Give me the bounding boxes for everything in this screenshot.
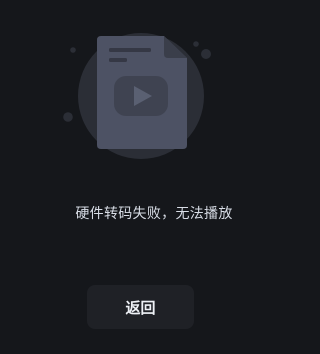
decorative-dot-right-top: [193, 41, 199, 47]
error-message: 硬件转码失败，无法播放: [75, 206, 233, 222]
file-video-error-icon: [97, 36, 187, 149]
decorative-dot-right: [201, 49, 211, 59]
decorative-dot-left-top: [70, 47, 76, 53]
error-illustration: [63, 33, 211, 159]
back-button[interactable]: 返回: [87, 285, 194, 329]
decorative-dot-left: [63, 112, 73, 122]
